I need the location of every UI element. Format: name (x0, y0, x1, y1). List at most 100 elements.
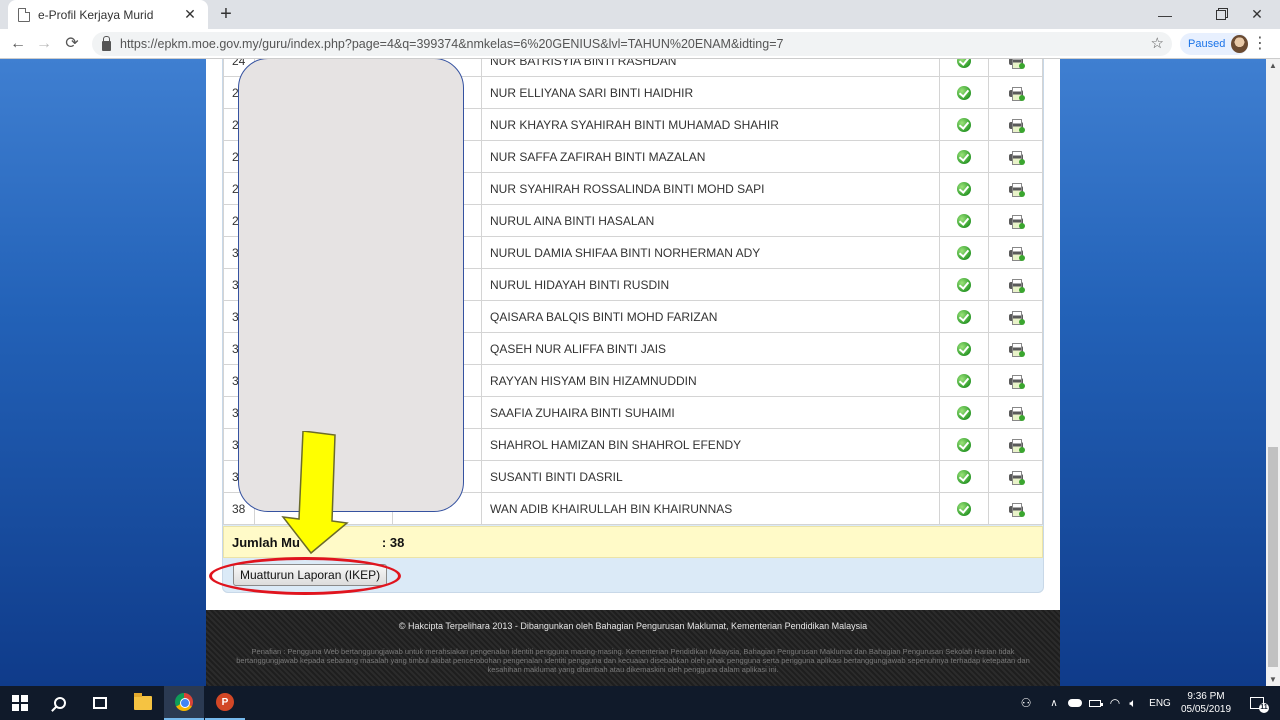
tab-title: e-Profil Kerjaya Murid (38, 7, 154, 22)
profile-button[interactable]: Paused (1180, 33, 1248, 55)
annotation-arrow-icon (281, 431, 349, 555)
check-circle-icon[interactable] (957, 309, 971, 324)
volume-icon[interactable]: 🔈︎ (1124, 686, 1142, 720)
print-cell (988, 108, 1043, 141)
check-circle-icon[interactable] (957, 181, 971, 196)
print-icon[interactable] (1008, 246, 1025, 261)
print-icon[interactable] (1008, 214, 1025, 229)
clock-time: 9:36 PM (1187, 691, 1225, 702)
search-button[interactable] (40, 686, 80, 720)
student-name: NUR SAFFA ZAFIRAH BINTI MAZALAN (481, 140, 940, 173)
reload-icon[interactable]: ⟳ (62, 34, 82, 54)
powerpoint-icon: P (216, 693, 234, 711)
print-icon[interactable] (1008, 278, 1025, 293)
print-icon[interactable] (1008, 342, 1025, 357)
notification-center-button[interactable]: 11 (1242, 686, 1272, 720)
print-icon[interactable] (1008, 150, 1025, 165)
new-tab-button[interactable]: + (216, 4, 236, 24)
onedrive-icon[interactable] (1066, 686, 1084, 720)
check-circle-icon[interactable] (957, 59, 971, 68)
status-cell (939, 460, 989, 493)
check-circle-icon[interactable] (957, 341, 971, 356)
print-cell (988, 332, 1043, 365)
status-cell (939, 268, 989, 301)
student-name: QASEH NUR ALIFFA BINTI JAIS (481, 332, 940, 365)
bookmark-star-icon[interactable]: ☆ (1151, 34, 1164, 52)
address-bar[interactable]: https://epkm.moe.gov.my/guru/index.php?p… (92, 32, 1172, 56)
status-cell (939, 428, 989, 461)
status-cell (939, 364, 989, 397)
print-icon[interactable] (1008, 86, 1025, 101)
wifi-icon[interactable]: ◠ (1106, 686, 1124, 720)
check-circle-icon[interactable] (957, 373, 971, 388)
tray-chevron-up-icon[interactable]: ∧ (1044, 686, 1064, 720)
windows-logo-icon (12, 695, 28, 711)
window-minimize-button[interactable]: — (1142, 0, 1188, 29)
status-cell (939, 172, 989, 205)
page-scrollbar[interactable]: ▲ ▼ (1266, 59, 1280, 686)
print-icon[interactable] (1008, 438, 1025, 453)
print-icon[interactable] (1008, 374, 1025, 389)
url-text[interactable]: https://epkm.moe.gov.my/guru/index.php?p… (120, 37, 783, 51)
print-cell (988, 396, 1043, 429)
avatar (1231, 35, 1248, 53)
print-icon[interactable] (1008, 502, 1025, 517)
tab-close-icon[interactable]: ✕ (182, 6, 198, 23)
student-name: NUR BATRISYIA BINTI RASHDAN (481, 59, 940, 77)
print-icon[interactable] (1008, 406, 1025, 421)
status-cell (939, 204, 989, 237)
print-icon[interactable] (1008, 182, 1025, 197)
check-circle-icon[interactable] (957, 277, 971, 292)
status-cell (939, 108, 989, 141)
print-icon[interactable] (1008, 59, 1025, 69)
check-circle-icon[interactable] (957, 405, 971, 420)
check-circle-icon[interactable] (957, 213, 971, 228)
chrome-taskbar-button[interactable] (164, 686, 204, 720)
search-icon (54, 697, 66, 709)
window-close-button[interactable]: ✕ (1234, 0, 1280, 29)
forward-arrow-icon[interactable]: → (34, 34, 54, 54)
print-icon[interactable] (1008, 310, 1025, 325)
check-circle-icon[interactable] (957, 437, 971, 452)
disclaimer-text: Penafian : Pengguna Web bertanggungjawab… (236, 647, 1030, 674)
powerpoint-taskbar-button[interactable]: P (205, 686, 245, 720)
scroll-up-icon[interactable]: ▲ (1269, 61, 1277, 70)
people-icon[interactable]: ⚇ (1014, 686, 1038, 720)
chrome-icon (175, 693, 193, 711)
print-icon[interactable] (1008, 118, 1025, 133)
folder-icon (134, 693, 152, 710)
tab-strip: e-Profil Kerjaya Murid ✕ + — ✕ (0, 0, 1280, 29)
scroll-thumb[interactable] (1268, 447, 1278, 667)
check-circle-icon[interactable] (957, 85, 971, 100)
print-cell (988, 364, 1043, 397)
clock-date: 05/05/2019 (1180, 704, 1232, 715)
check-circle-icon[interactable] (957, 245, 971, 260)
task-view-icon (93, 697, 107, 709)
check-circle-icon[interactable] (957, 469, 971, 484)
task-view-button[interactable] (80, 686, 120, 720)
scroll-down-icon[interactable]: ▼ (1269, 675, 1277, 684)
browser-toolbar: ← → ⟳ https://epkm.moe.gov.my/guru/index… (0, 29, 1280, 59)
battery-icon[interactable] (1086, 686, 1104, 720)
clock[interactable]: 9:36 PM 05/05/2019 (1176, 686, 1236, 720)
check-circle-icon[interactable] (957, 117, 971, 132)
status-cell (939, 140, 989, 173)
print-cell (988, 140, 1043, 173)
file-explorer-button[interactable] (123, 686, 163, 720)
page-icon (18, 7, 30, 22)
windows-taskbar: P ⚇ ∧ ◠ 🔈︎ ENG 9:36 PM 05/05/2019 11 (0, 686, 1280, 720)
browser-tab[interactable]: e-Profil Kerjaya Murid ✕ (8, 0, 208, 29)
notification-count: 11 (1259, 703, 1269, 713)
copyright-text: © Hakcipta Terpelihara 2013 - Dibangunka… (398, 621, 868, 631)
back-arrow-icon[interactable]: ← (8, 34, 28, 54)
total-label-end: : 38 (381, 534, 405, 550)
print-cell (988, 268, 1043, 301)
check-circle-icon[interactable] (957, 501, 971, 516)
print-cell (988, 76, 1043, 109)
print-icon[interactable] (1008, 470, 1025, 485)
language-indicator[interactable]: ENG (1146, 686, 1174, 720)
menu-dots-icon[interactable]: ⋮ (1252, 35, 1268, 53)
check-circle-icon[interactable] (957, 149, 971, 164)
start-button[interactable] (0, 686, 40, 720)
status-cell (939, 396, 989, 429)
